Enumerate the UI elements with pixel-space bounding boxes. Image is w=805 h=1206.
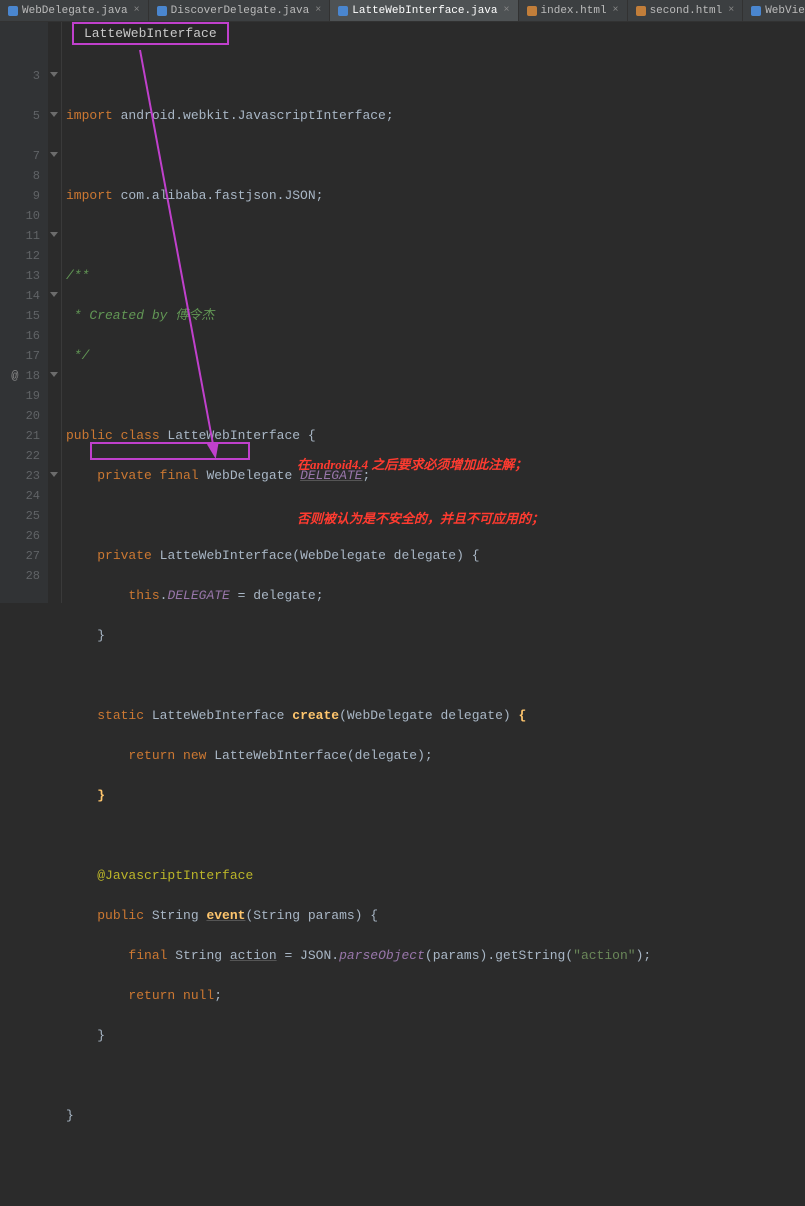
editor-tabs: WebDelegate.java× DiscoverDelegate.java×… bbox=[0, 0, 805, 22]
html-icon bbox=[636, 6, 646, 16]
tab-index[interactable]: index.html× bbox=[519, 0, 628, 21]
red-annotation: 在android4.4 之后要求必须增加此注解； 否则被认为是不安全的，并且不可… bbox=[297, 420, 544, 564]
java-icon bbox=[751, 6, 761, 16]
java-icon bbox=[338, 6, 348, 16]
close-icon[interactable]: × bbox=[613, 5, 619, 16]
tab-webviewinit[interactable]: WebViewInitializer.java× bbox=[743, 0, 805, 21]
close-icon[interactable]: × bbox=[134, 5, 140, 16]
close-icon[interactable]: × bbox=[728, 5, 734, 16]
html-icon bbox=[527, 6, 537, 16]
code-area[interactable]: import android.webkit.JavascriptInterfac… bbox=[62, 22, 805, 603]
tab-discoverdelegate[interactable]: DiscoverDelegate.java× bbox=[149, 0, 331, 21]
java-icon bbox=[157, 6, 167, 16]
fold-column[interactable] bbox=[48, 22, 62, 603]
tab-webdelegate[interactable]: WebDelegate.java× bbox=[0, 0, 149, 21]
close-icon[interactable]: × bbox=[315, 5, 321, 16]
tab-lattewebinterface[interactable]: LatteWebInterface.java× bbox=[330, 0, 518, 21]
java-icon bbox=[8, 6, 18, 16]
breadcrumb-highlight: LatteWebInterface bbox=[72, 22, 229, 45]
tab-second[interactable]: second.html× bbox=[628, 0, 744, 21]
close-icon[interactable]: × bbox=[504, 5, 510, 16]
line-gutter: 357891011121314151617@ 18192021222324252… bbox=[0, 22, 48, 603]
code-editor[interactable]: 357891011121314151617@ 18192021222324252… bbox=[0, 22, 805, 603]
